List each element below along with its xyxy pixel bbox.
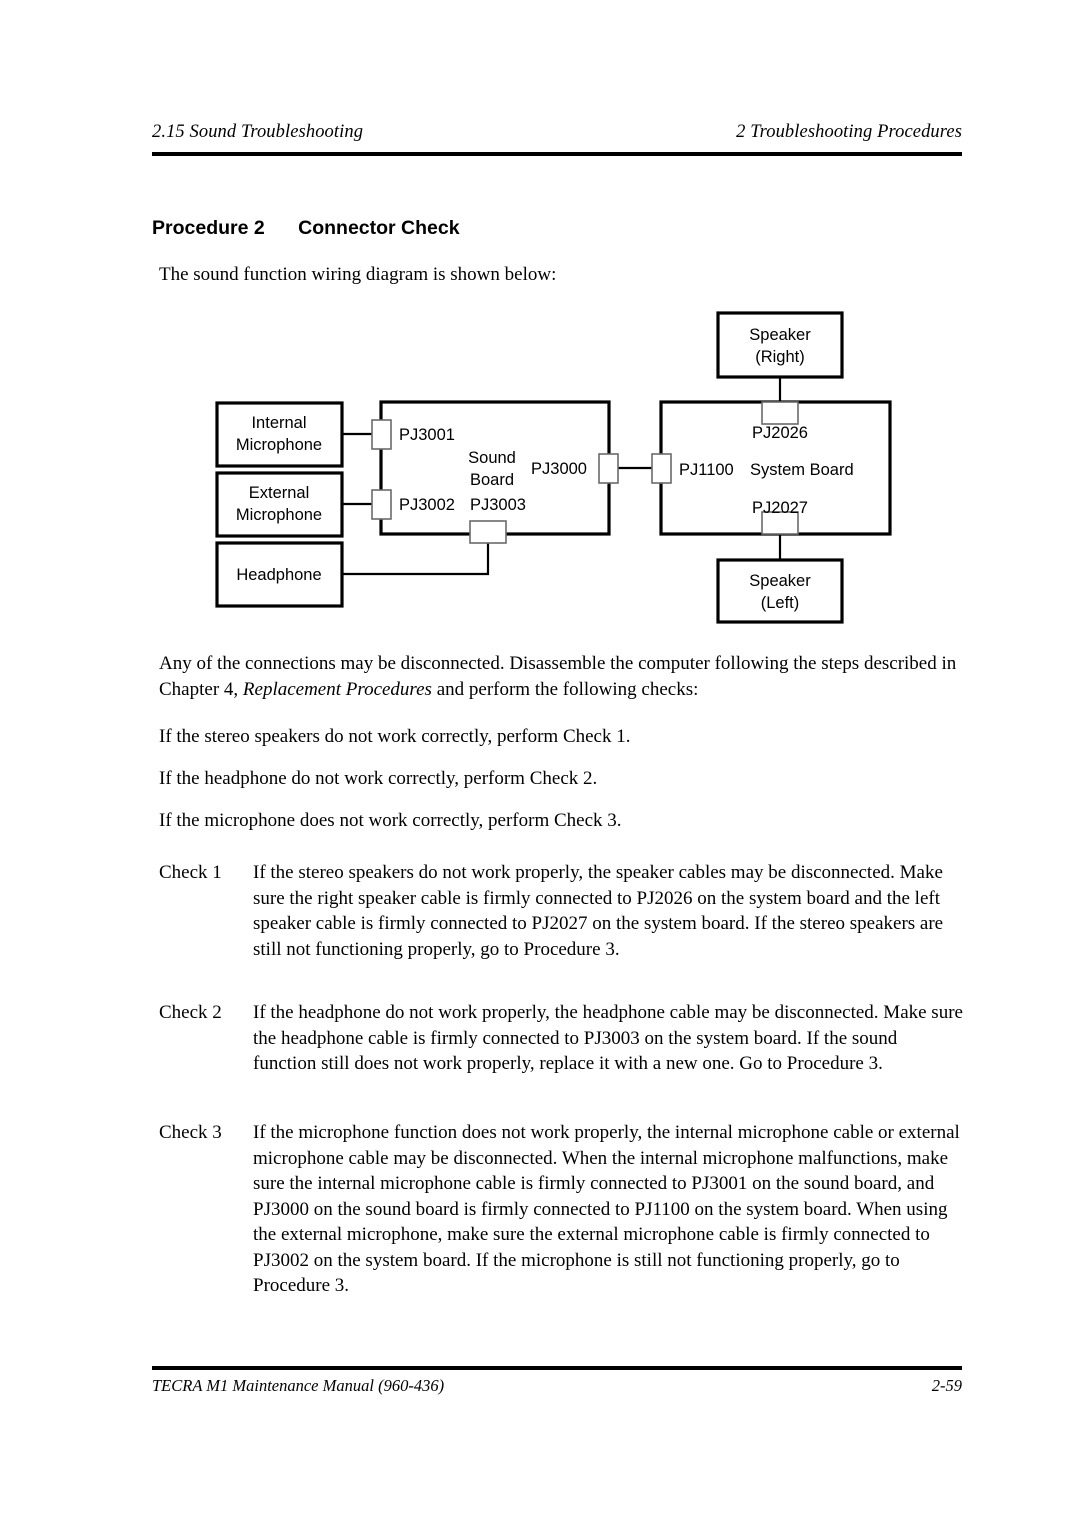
connector-pj3002 — [371, 489, 392, 520]
box-speaker-left — [716, 558, 844, 624]
check-block-1: Check 1 If the stereo speakers do not wo… — [159, 860, 964, 962]
box-sound-board-line2: Board — [470, 471, 514, 489]
post-diagram-text-part2: and perform the following checks: — [431, 678, 699, 700]
connector-pj2027-label: PJ2027 — [752, 499, 808, 517]
intro-paragraph: The sound function wiring diagram is sho… — [159, 264, 557, 285]
box-speaker-left-line2: (Left) — [761, 594, 800, 612]
running-head-left: 2.15 Sound Troubleshooting — [152, 122, 364, 142]
connector-pj3002-label: PJ3002 — [399, 496, 455, 514]
check-1-tag: Check 1 — [159, 862, 222, 883]
procedure-title: Connector Check — [298, 217, 460, 239]
running-head-right: 2 Troubleshooting Procedures — [736, 122, 962, 142]
box-external-microphone-line2: Microphone — [236, 506, 322, 524]
box-speaker-right-line2: (Right) — [755, 348, 805, 366]
box-external-microphone-line1: External — [249, 484, 310, 502]
box-speaker-left-line1: Speaker — [749, 572, 811, 590]
procedure-label: Procedure 2 — [152, 217, 265, 239]
connector-pj3003 — [469, 520, 507, 544]
box-speaker-right-line1: Speaker — [749, 326, 811, 344]
box-headphone-label: Headphone — [236, 566, 321, 584]
connector-pj3000 — [598, 453, 619, 484]
connector-pj3001 — [371, 419, 392, 450]
box-speaker-right — [716, 311, 844, 379]
connector-pj3000-label: PJ3000 — [531, 460, 587, 478]
wire-headphone-to-pj3003 — [342, 534, 490, 576]
box-headphone — [215, 541, 344, 608]
connector-pj1100 — [651, 453, 672, 484]
check-2-text: If the headphone do not work properly, t… — [253, 1002, 963, 1074]
box-system-board — [659, 400, 892, 536]
connector-pj2027 — [761, 511, 799, 535]
check-block-2: Check 2 If the headphone do not work pro… — [159, 1000, 964, 1077]
connector-pj3001-label: PJ3001 — [399, 426, 455, 444]
pointer-line-check1: If the stereo speakers do not work corre… — [159, 726, 631, 747]
connector-pj1100-label: PJ1100 — [679, 461, 734, 479]
check-1-text: If the stereo speakers do not work prope… — [253, 862, 944, 960]
box-sound-board-line1: Sound — [468, 449, 516, 467]
box-system-board-label: System Board — [750, 461, 854, 479]
footer-manual-title: TECRA M1 Maintenance Manual (960-436) — [152, 1376, 445, 1395]
connector-pj2026-label: PJ2026 — [752, 424, 808, 442]
check-block-3: Check 3 If the microphone function does … — [159, 1120, 964, 1299]
footer-page-number: 2-59 — [931, 1376, 962, 1395]
footer-rule — [152, 1366, 962, 1370]
box-external-microphone — [215, 471, 344, 538]
page-running-head: 2.15 Sound Troubleshooting 2 Troubleshoo… — [152, 122, 962, 143]
check-2-tag: Check 2 — [159, 1002, 222, 1023]
header-rule — [152, 152, 962, 156]
pointer-line-check2: If the headphone do not work correctly, … — [159, 768, 598, 789]
connector-pj2026 — [761, 401, 799, 425]
page-footer: TECRA M1 Maintenance Manual (960-436) 2-… — [152, 1376, 962, 1396]
box-internal-microphone — [215, 401, 344, 468]
page-title: Procedure 2 Connector Check — [152, 217, 460, 240]
box-internal-microphone-line1: Internal — [251, 414, 306, 432]
box-internal-microphone-line2: Microphone — [236, 436, 322, 454]
check-3-tag: Check 3 — [159, 1122, 222, 1143]
box-sound-board — [379, 400, 611, 536]
connector-pj3003-label: PJ3003 — [470, 496, 526, 514]
check-3-text: If the microphone function does not work… — [253, 1122, 960, 1296]
post-diagram-italic-ref: Replacement Procedures — [242, 678, 432, 700]
post-diagram-paragraph: Any of the connections may be disconnect… — [159, 651, 964, 702]
pointer-line-check3: If the microphone does not work correctl… — [159, 810, 622, 831]
